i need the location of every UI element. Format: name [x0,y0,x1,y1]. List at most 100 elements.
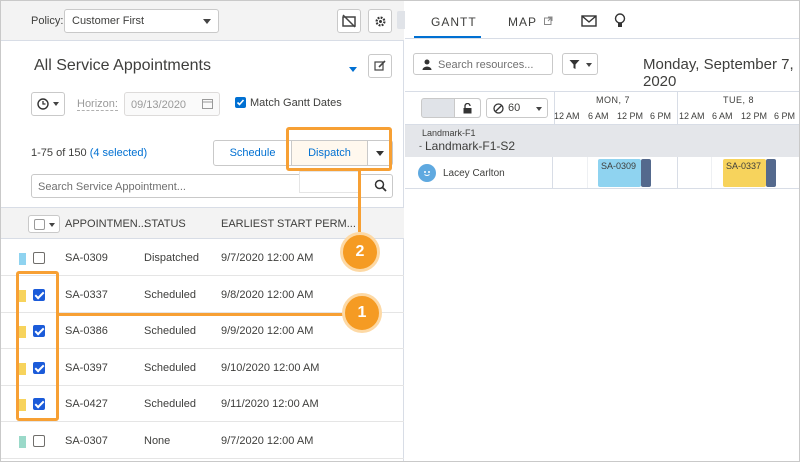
appointment-id-cell[interactable]: SA-0337 [65,289,108,301]
earliest-start-cell: 9/7/2020 12:00 AM [221,434,314,447]
active-tab-indicator [414,36,481,38]
checkmark-icon [236,99,245,106]
earliest-start-cell: 9/10/2020 12:00 AM [221,361,320,374]
row-color-indicator [19,253,26,265]
resource-avatar [418,164,436,182]
status-cell: Scheduled [144,288,196,301]
table-row[interactable]: SA-0427 Scheduled 9/11/2020 12:00 AM [1,386,404,422]
callout-line-2 [358,171,361,232]
gantt-appointment-block[interactable]: SA-0309 [598,159,651,187]
column-header-earliest-start[interactable]: EARLIEST START PERM... [221,218,356,230]
gantt-block-handle [766,159,776,187]
territory-group-row[interactable]: Landmark-F1 - Landmark-F1-S2 [405,125,799,157]
earliest-start-cell: 9/11/2020 12:00 AM [221,398,319,410]
settings-button[interactable] [368,9,392,33]
gantt-appointment-block[interactable]: SA-0337 [723,159,776,187]
horizon-label: Horizon: [77,98,118,111]
lock-toggle[interactable] [421,98,481,118]
callout-badge-2: 2 [340,232,380,272]
appointment-id-cell[interactable]: SA-0397 [65,362,108,374]
lock-knob [454,99,480,117]
chevron-down-icon [536,107,542,111]
gear-icon [374,15,386,27]
gantt-date-title: Monday, September 7, 2020 [643,56,794,90]
time-filter-button[interactable] [31,92,65,116]
callout-highlight-checkboxes [16,271,59,421]
email-icon[interactable] [581,15,597,27]
gantt-panel: GANTT MAP Search resources... Monday, Se… [405,1,799,461]
select-all-box [34,219,45,230]
selected-count-link[interactable]: (4 selected) [90,147,147,159]
chevron-down-icon [203,19,211,24]
appointment-search-placeholder: Search Service Appointment... [38,181,186,193]
gantt-block-label: SA-0337 [726,161,762,171]
hide-map-button[interactable] [337,9,361,33]
policy-bar: Policy: Customer First [1,1,405,41]
collapse-icon[interactable]: - [419,141,422,151]
schedule-button[interactable]: Schedule [214,141,292,165]
clock-icon [37,98,49,110]
resource-search-placeholder: Search resources... [438,59,534,71]
territory-parent-label: Landmark-F1 [422,128,476,138]
smiley-icon [424,171,430,176]
appointment-id-cell[interactable]: SA-0307 [65,435,108,447]
table-row[interactable]: SA-0397 Scheduled 9/10/2020 12:00 AM [1,350,404,386]
resource-column-divider [552,157,553,188]
day-divider [677,92,678,125]
status-cell: Scheduled [144,398,196,410]
appointment-id-cell[interactable]: SA-0427 [65,398,108,410]
row-select-checkbox[interactable] [33,252,45,264]
resource-search-input[interactable]: Search resources... [413,53,553,75]
list-view-title: All Service Appointments [34,57,211,74]
status-cell: None [144,434,171,447]
horizon-date-input[interactable]: 09/13/2020 [124,92,220,116]
select-all-checkbox[interactable] [28,215,60,233]
tab-map[interactable]: MAP [508,15,537,29]
grid-line [587,157,588,188]
filter-icon [569,60,580,69]
chevron-down-icon [49,223,55,227]
lightbulb-icon[interactable] [614,13,626,28]
chevron-down-icon [586,63,592,67]
gantt-block-handle [641,159,651,187]
appointment-id-cell[interactable]: SA-0309 [65,252,108,264]
territory-label: Landmark-F1-S2 [425,139,516,153]
day-label-tue: TUE, 8 [723,95,755,105]
gantt-tabs: GANTT MAP [405,1,799,39]
callout-badge-1: 1 [342,293,382,333]
hour-label: 6 AM [588,111,609,121]
match-gantt-dates-label: Match Gantt Dates [250,97,342,109]
list-view-chevron-icon[interactable] [349,67,357,72]
callout-highlight-dispatch [286,127,392,171]
row-select-checkbox[interactable] [33,434,45,447]
unlock-icon [463,102,472,113]
edit-icon [374,60,386,71]
tab-gantt[interactable]: GANTT [431,15,477,29]
appointment-id-cell[interactable]: SA-0386 [65,325,108,337]
resource-name: Lacey Carlton [443,168,505,179]
gantt-timeline-header: 60 MON, 7 TUE, 8 12 AM 6 AM 12 PM 6 PM 1… [405,91,799,125]
row-color-indicator [19,435,26,448]
hour-label: 6 PM [650,111,672,121]
record-count-range: 1-75 of 150 [31,147,87,159]
gantt-block-label: SA-0309 [601,161,637,171]
dispatch-menu-popup [299,171,361,193]
earliest-start-cell: 9/9/2020 12:00 AM [221,325,314,337]
horizon-date-value: 09/13/2020 [131,99,187,111]
match-gantt-dates-checkbox[interactable] [235,97,246,108]
policy-select[interactable]: Customer First [64,9,219,33]
calendar-icon [202,99,213,109]
policy-value: Customer First [72,15,145,27]
column-header-status[interactable]: STATUS [144,218,186,230]
edit-list-button[interactable] [368,54,392,78]
map-off-icon [342,14,356,28]
gap-select[interactable]: 60 [486,98,548,118]
earliest-start-cell: 9/7/2020 12:00 AM [221,252,314,264]
list-grid-header: APPOINTMEN... STATUS EARLIEST START PERM… [1,207,404,239]
status-cell: Dispatched [144,252,200,264]
column-header-appointment[interactable]: APPOINTMEN... [65,218,147,230]
table-row[interactable]: SA-0307 None 9/7/2020 12:00 AM [1,423,404,459]
collapse-panel-tab[interactable] [397,11,405,29]
resource-filter-button[interactable] [562,53,598,75]
gap-value: 60 [508,102,521,114]
